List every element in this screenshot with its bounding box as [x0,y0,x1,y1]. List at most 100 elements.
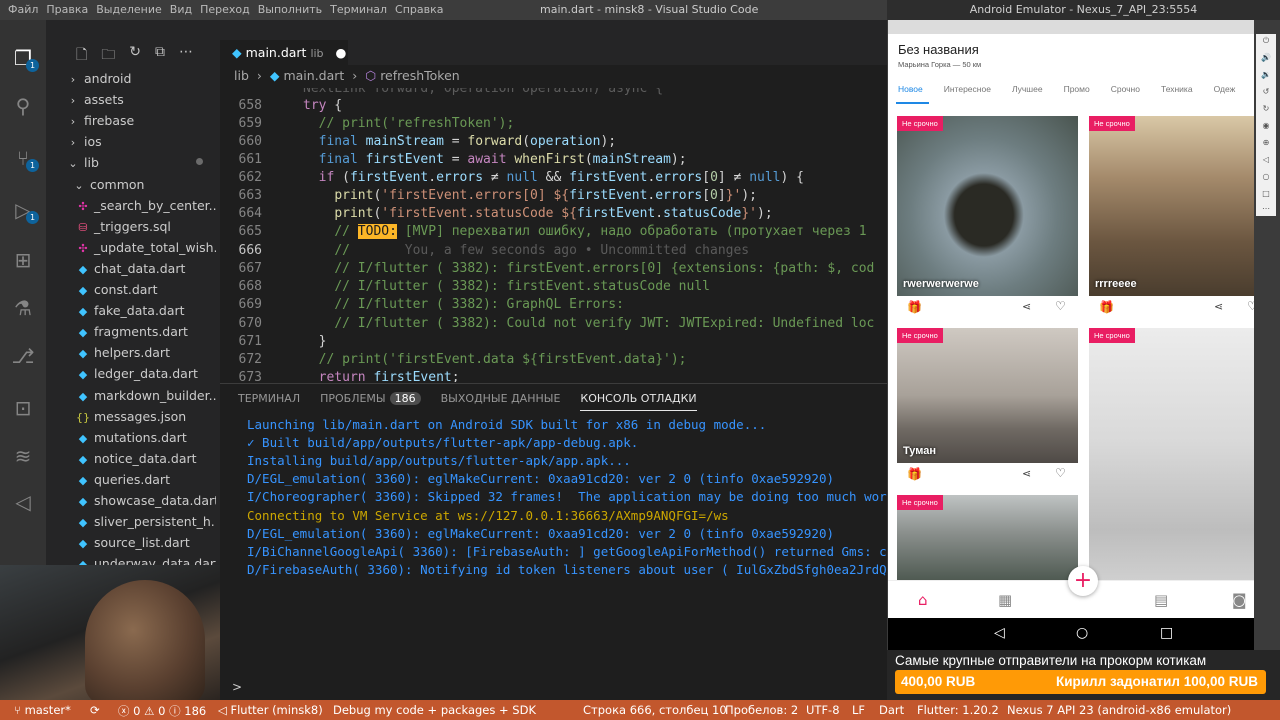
volume-down-icon[interactable]: 🔉 [1260,70,1272,80]
eol-status[interactable]: LF [852,703,865,717]
new-file-icon[interactable]: 🗋 [76,44,87,68]
gift-icon[interactable]: 🎁 [907,467,922,481]
folder-item[interactable]: ⌄ common [72,174,216,195]
device-status[interactable]: Nexus 7 API 23 (android-x86 emulator) [1007,703,1231,717]
breadcrumb-lib[interactable]: lib [234,68,249,83]
flutter-status[interactable]: ◁ Flutter (minsk8) [218,703,323,717]
more-icon[interactable]: ⋯ [179,44,193,68]
zoom-icon[interactable]: ⊕ [1260,138,1272,148]
back-icon[interactable]: ◁ [1260,155,1272,165]
file-item[interactable]: ◆ showcase_data.dart [76,490,216,511]
home-icon[interactable]: ○ [1076,625,1088,641]
tab-terminal[interactable]: ТЕРМИНАЛ [238,392,300,411]
showcase-icon[interactable]: ▦ [998,591,1012,609]
collapse-all-icon[interactable]: ⧉ [155,44,165,68]
file-item[interactable]: ✣ _update_total_wish... [76,237,216,258]
remote-explorer-icon[interactable]: ⊡ [11,396,35,420]
file-item[interactable]: {} messages.json [76,406,216,427]
folder-item[interactable]: › ios [66,131,216,152]
camera-icon[interactable]: ◉ [1260,121,1272,131]
breadcrumb-main[interactable]: main.dart [283,68,344,83]
folder-item[interactable]: › assets [66,89,216,110]
search-icon[interactable]: ⚲ [11,94,35,118]
tab-output[interactable]: ВЫХОДНЫЕ ДАННЫЕ [441,392,561,411]
category-tab[interactable]: Техника [1161,84,1193,94]
file-item[interactable]: ◆ fake_data.dart [76,300,216,321]
item-card[interactable]: Не срочно [897,495,1078,580]
heart-icon[interactable]: ♡ [1055,299,1066,313]
heart-icon[interactable]: ♡ [1247,299,1254,313]
breadcrumb-method[interactable]: refreshToken [380,68,460,83]
folder-item[interactable]: › firebase [66,110,216,131]
tab-main-dart[interactable]: ◆ main.dart lib ● [220,40,348,65]
menu-help[interactable]: Справка [391,3,447,16]
menu-selection[interactable]: Выделение [92,3,166,16]
file-item[interactable]: ✣ _search_by_center... [76,195,216,216]
menu-view[interactable]: Вид [166,3,196,16]
home-icon[interactable]: ⌂ [918,591,928,609]
file-item[interactable]: ◆ helpers.dart [76,342,216,363]
home-icon[interactable]: ○ [1260,172,1272,182]
source-control-icon[interactable]: ⑂ 1 [11,146,39,172]
new-folder-icon[interactable]: 🗀 [101,44,115,68]
extensions-icon[interactable]: ⊞ [11,248,35,272]
category-tab[interactable]: Интересное [944,84,991,94]
menu-file[interactable]: Файл [4,3,42,16]
category-tab[interactable]: Новое [898,84,923,94]
debug-mode-status[interactable]: Debug my code + packages + SDK [333,703,536,717]
category-tab[interactable]: Одеж [1214,84,1236,94]
rotate-left-icon[interactable]: ↺ [1260,87,1272,97]
power-icon[interactable]: ⏻ [1260,36,1272,46]
file-item[interactable]: ◆ mutations.dart [76,427,216,448]
file-item[interactable]: ◆ source_list.dart [76,532,216,553]
recents-icon[interactable]: □ [1160,625,1173,641]
gift-icon[interactable]: 🎁 [1099,300,1114,314]
code-editor[interactable]: NextLink forward, Operation operation) a… [220,88,887,382]
problems-status[interactable]: ⓧ 0 ⚠ 0 ⓘ 186 [118,703,206,719]
flutter-version[interactable]: Flutter: 1.20.2 [917,703,999,717]
console-prompt[interactable]: > [232,680,242,694]
rotate-right-icon[interactable]: ↻ [1260,104,1272,114]
item-card[interactable]: Не срочно rwerwerwerwe [897,116,1078,296]
indent-status[interactable]: Пробелов: 2 [725,703,798,717]
flutter-icon[interactable]: ◁ [11,490,35,514]
volume-up-icon[interactable]: 🔊 [1260,53,1272,63]
file-item[interactable]: ◆ fragments.dart [76,321,216,342]
item-card[interactable]: Не срочно rrrreeee [1089,116,1254,296]
profile-icon[interactable]: ◙ [1232,591,1247,609]
explorer-icon[interactable]: ❐ 1 [11,46,39,72]
unsaved-dot-icon[interactable]: ● [336,45,347,60]
item-card[interactable]: Не срочно [1089,328,1254,580]
language-status[interactable]: Dart [879,703,904,717]
overview-icon[interactable]: □ [1260,189,1272,199]
tab-problems[interactable]: ПРОБЛЕМЫ 186 [320,392,421,411]
menu-terminal[interactable]: Терминал [326,3,391,16]
refresh-icon[interactable]: ↻ [129,44,141,68]
file-item[interactable]: ◆ notice_data.dart [76,448,216,469]
share-icon[interactable]: ⋖ [1214,300,1223,313]
file-item[interactable]: ◆ ledger_data.dart [76,363,216,384]
file-item[interactable]: ◆ chat_data.dart [76,258,216,279]
more-icon[interactable]: ⋯ [1260,204,1272,214]
menu-go[interactable]: Переход [196,3,254,16]
file-item[interactable]: ◆ const.dart [76,279,216,300]
file-item[interactable]: ⛁ _triggers.sql [76,216,216,237]
tab-debug-console[interactable]: КОНСОЛЬ ОТЛАДКИ [580,392,697,411]
docker-icon[interactable]: ≋ [11,444,35,468]
add-item-button[interactable]: + [1068,566,1098,596]
category-tab[interactable]: Лучшее [1012,84,1043,94]
branch-status[interactable]: ⑂ master* [14,703,71,717]
back-icon[interactable]: ◁ [994,625,1005,641]
file-item[interactable]: ◆ markdown_builder.... [76,385,216,406]
folder-item[interactable]: ⌄ lib [66,152,216,173]
category-tab[interactable]: Промо [1064,84,1090,94]
share-icon[interactable]: ⋖ [1022,300,1031,313]
chat-icon[interactable]: ▤ [1154,591,1168,609]
share-icon[interactable]: ⋖ [1022,467,1031,480]
file-item[interactable]: ◆ queries.dart [76,469,216,490]
gift-icon[interactable]: 🎁 [907,300,922,314]
file-item[interactable]: ◆ sliver_persistent_h... [76,511,216,532]
testing-icon[interactable]: ⚗ [11,296,35,320]
menu-edit[interactable]: Правка [42,3,92,16]
cursor-position[interactable]: Строка 666, столбец 10 [583,703,727,717]
